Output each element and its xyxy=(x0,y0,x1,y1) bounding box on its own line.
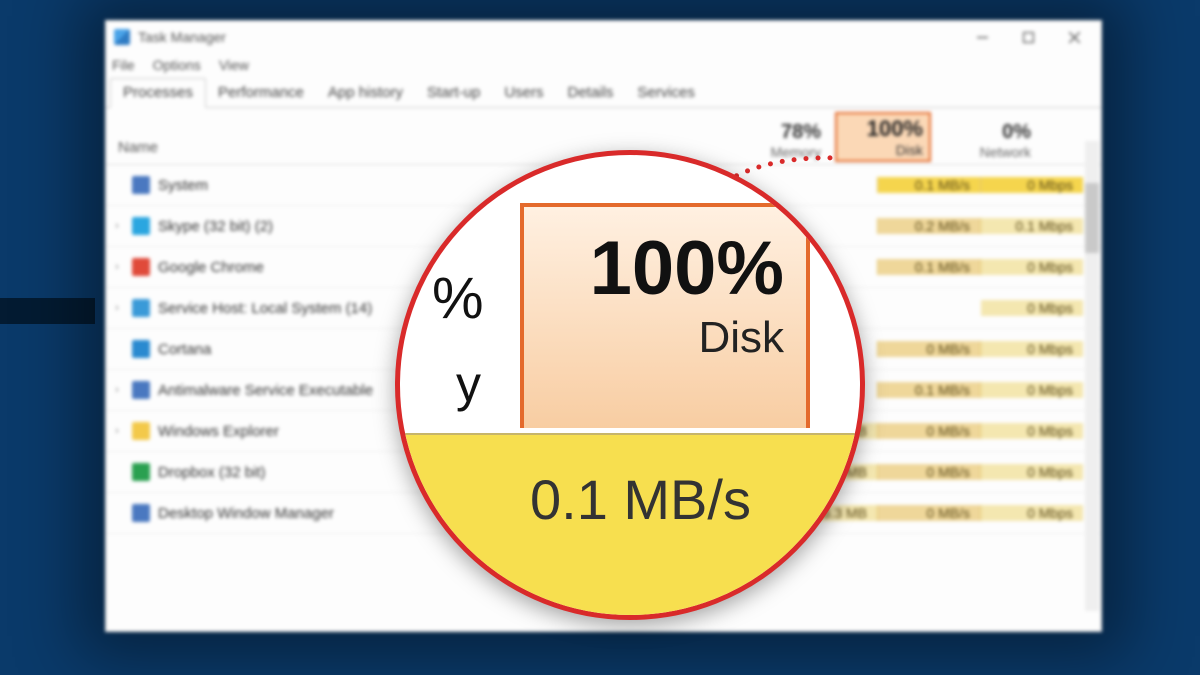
magnifier-disk-percent: 100% xyxy=(534,231,784,307)
wallpaper-stripe xyxy=(0,298,95,324)
tab-services[interactable]: Services xyxy=(625,79,707,107)
close-button[interactable] xyxy=(1051,22,1097,52)
expand-chevron-icon[interactable]: › xyxy=(106,261,128,273)
menu-file[interactable]: File xyxy=(112,57,135,73)
process-name: Cortana xyxy=(158,341,211,358)
process-icon xyxy=(132,381,150,399)
process-name: Service Host: Local System (14) xyxy=(158,300,372,317)
expand-chevron-icon[interactable]: › xyxy=(106,384,128,396)
disk-cell: 0 MB/s xyxy=(877,464,981,480)
process-name: Skype (32 bit) (2) xyxy=(158,218,273,235)
process-icon xyxy=(132,176,150,194)
disk-cell: 0.2 MB/s xyxy=(877,218,981,234)
network-cell: 0 Mbps xyxy=(981,423,1083,439)
tab-processes[interactable]: Processes xyxy=(110,78,206,108)
menu-options[interactable]: Options xyxy=(153,57,201,73)
magnifier-disk-header: 100% Disk xyxy=(520,203,810,428)
column-name[interactable]: Name xyxy=(118,139,158,156)
tab-performance[interactable]: Performance xyxy=(206,79,316,107)
magnifier-disk-label: Disk xyxy=(534,313,784,363)
process-icon xyxy=(132,340,150,358)
tab-startup[interactable]: Start-up xyxy=(415,79,492,107)
tab-details[interactable]: Details xyxy=(555,79,625,107)
tab-app-history[interactable]: App history xyxy=(316,79,415,107)
window-title: Task Manager xyxy=(138,29,226,45)
column-network[interactable]: 0% Network xyxy=(941,121,1041,160)
process-icon xyxy=(132,299,150,317)
minimize-button[interactable] xyxy=(959,22,1005,52)
expand-chevron-icon[interactable]: › xyxy=(106,220,128,232)
magnifier-fragment-y: y xyxy=(456,355,481,413)
scrollbar-thumb[interactable] xyxy=(1085,183,1099,253)
process-name: Windows Explorer xyxy=(158,423,279,440)
desktop-background: Task Manager File Options View Processes… xyxy=(0,0,1200,675)
disk-cell: 0.1 MB/s xyxy=(877,177,981,193)
magnifier: % y 100% Disk 0.1 MB/s xyxy=(395,150,865,620)
process-name: System xyxy=(158,177,208,194)
menu-view[interactable]: View xyxy=(219,57,249,73)
disk-cell: 0.1 MB/s xyxy=(877,259,981,275)
network-cell: 0 Mbps xyxy=(981,341,1083,357)
process-icon xyxy=(132,463,150,481)
process-icon xyxy=(132,422,150,440)
process-name: Dropbox (32 bit) xyxy=(158,464,266,481)
expand-chevron-icon[interactable]: › xyxy=(106,425,128,437)
maximize-button[interactable] xyxy=(1005,22,1051,52)
disk-cell: 0 MB/s xyxy=(877,341,981,357)
network-cell: 0 Mbps xyxy=(981,300,1083,316)
process-name: Google Chrome xyxy=(158,259,264,276)
task-manager-icon xyxy=(114,29,130,45)
network-cell: 0 Mbps xyxy=(981,505,1083,521)
network-cell: 0 Mbps xyxy=(981,177,1083,193)
disk-cell: 0 MB/s xyxy=(877,505,981,521)
titlebar[interactable]: Task Manager xyxy=(106,21,1101,53)
process-icon xyxy=(132,504,150,522)
network-cell: 0.1 Mbps xyxy=(981,218,1083,234)
tab-bar: Processes Performance App history Start-… xyxy=(106,77,1101,108)
expand-chevron-icon[interactable]: › xyxy=(106,302,128,314)
process-icon xyxy=(132,258,150,276)
magnifier-disk-value: 0.1 MB/s xyxy=(530,467,751,532)
menu-bar: File Options View xyxy=(106,53,1101,77)
network-cell: 0 Mbps xyxy=(981,382,1083,398)
network-cell: 0 Mbps xyxy=(981,464,1083,480)
process-name: Desktop Window Manager xyxy=(158,505,334,522)
process-icon xyxy=(132,217,150,235)
magnifier-fragment-percent: % xyxy=(432,265,484,332)
disk-cell: 0 MB/s xyxy=(877,423,981,439)
process-name: Antimalware Service Executable xyxy=(158,382,373,399)
disk-cell: 0.1 MB/s xyxy=(877,382,981,398)
network-cell: 0 Mbps xyxy=(981,259,1083,275)
tab-users[interactable]: Users xyxy=(492,79,555,107)
